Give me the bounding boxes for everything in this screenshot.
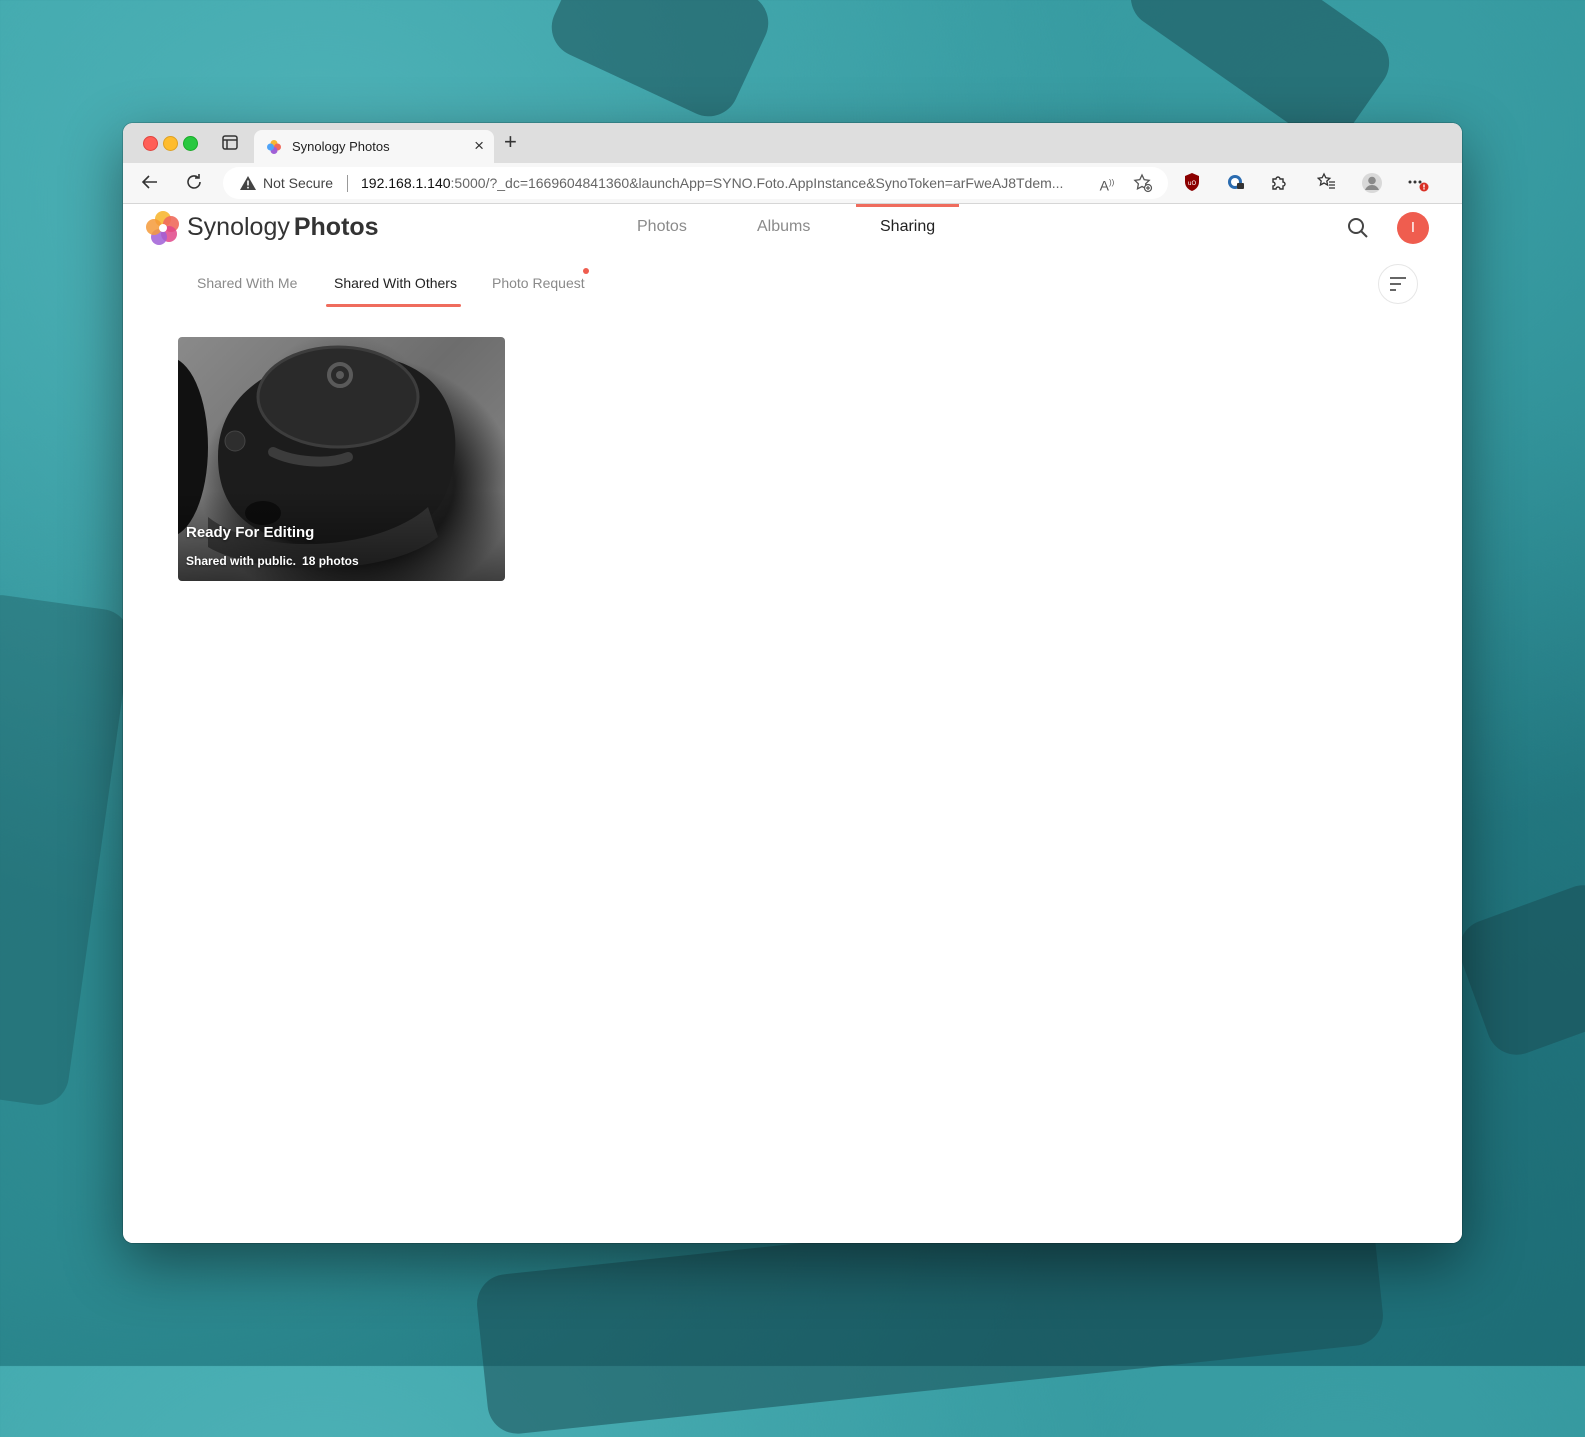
synology-photos-app: Synology Photos Photos Albums Sharing I S… bbox=[123, 204, 1462, 1243]
more-menu-icon[interactable] bbox=[1406, 172, 1429, 194]
nav-albums[interactable]: Albums bbox=[757, 218, 810, 236]
subtab-shared-with-me[interactable]: Shared With Me bbox=[197, 275, 297, 291]
synology-photos-logo-icon bbox=[145, 210, 181, 246]
close-tab-icon[interactable]: × bbox=[474, 136, 484, 156]
album-card[interactable]: Ready For Editing Shared with public. 18 … bbox=[178, 337, 505, 581]
favorites-icon[interactable] bbox=[1316, 172, 1338, 194]
url-text[interactable]: 192.168.1.140:5000/?_dc=1669604841360&la… bbox=[361, 175, 1063, 191]
album-photo-count: 18 photos bbox=[302, 554, 359, 568]
sort-icon bbox=[1390, 277, 1406, 291]
background-shape bbox=[541, 0, 779, 127]
back-arrow-icon[interactable] bbox=[139, 172, 161, 194]
search-icon[interactable] bbox=[1346, 216, 1370, 240]
background-shape bbox=[1450, 876, 1585, 1064]
nav-photos[interactable]: Photos bbox=[637, 218, 687, 236]
extensions-icon[interactable] bbox=[1268, 172, 1290, 194]
read-aloud-icon[interactable]: A)) bbox=[1097, 173, 1117, 194]
url-host: 192.168.1.140 bbox=[361, 175, 451, 191]
close-window-button[interactable] bbox=[143, 136, 158, 151]
synology-photos-favicon-icon bbox=[266, 139, 282, 155]
reload-icon[interactable] bbox=[183, 172, 205, 194]
ublock-extension-icon[interactable]: uO bbox=[1181, 172, 1203, 194]
tab-bar: Synology Photos × + bbox=[123, 123, 1462, 163]
active-subtab-indicator bbox=[326, 304, 461, 307]
warning-icon bbox=[239, 175, 257, 196]
address-bar[interactable]: Not Secure 192.168.1.140:5000/?_dc=16696… bbox=[223, 167, 1168, 199]
tab-title: Synology Photos bbox=[292, 139, 390, 154]
security-status[interactable]: Not Secure bbox=[263, 175, 333, 191]
brand-light: Synology bbox=[187, 213, 290, 241]
user-avatar[interactable]: I bbox=[1397, 212, 1429, 244]
subtab-photo-request[interactable]: Photo Request bbox=[492, 275, 585, 291]
subtab-shared-with-others[interactable]: Shared With Others bbox=[334, 275, 457, 291]
nav-sharing[interactable]: Sharing bbox=[880, 218, 935, 236]
add-favorite-icon[interactable] bbox=[1133, 173, 1153, 193]
zoom-window-button[interactable] bbox=[183, 136, 198, 151]
browser-tab[interactable]: Synology Photos × bbox=[254, 130, 494, 163]
url-path: :5000/?_dc=1669604841360&launchApp=SYNO.… bbox=[450, 175, 1064, 191]
minimize-window-button[interactable] bbox=[163, 136, 178, 151]
background-shape bbox=[0, 591, 135, 1109]
album-subtitle: Shared with public. 18 photos bbox=[186, 554, 359, 568]
new-tab-button[interactable]: + bbox=[504, 131, 517, 153]
profile-icon[interactable] bbox=[1361, 172, 1383, 194]
active-nav-indicator bbox=[856, 204, 959, 207]
browser-window: Synology Photos × + Not Secure 192.168.1… bbox=[123, 123, 1462, 1243]
app-brand: Synology Photos bbox=[187, 213, 379, 242]
brand-bold: Photos bbox=[293, 213, 379, 241]
tab-actions-icon[interactable] bbox=[219, 133, 241, 153]
notification-dot bbox=[583, 268, 589, 274]
sort-button[interactable] bbox=[1378, 264, 1418, 304]
album-share-status: Shared with public. bbox=[186, 554, 297, 568]
address-divider bbox=[347, 175, 348, 192]
password-manager-icon[interactable] bbox=[1225, 172, 1247, 194]
browser-toolbar: Not Secure 192.168.1.140:5000/?_dc=16696… bbox=[123, 163, 1462, 204]
album-title: Ready For Editing bbox=[186, 524, 315, 541]
svg-text:uO: uO bbox=[1188, 180, 1197, 187]
